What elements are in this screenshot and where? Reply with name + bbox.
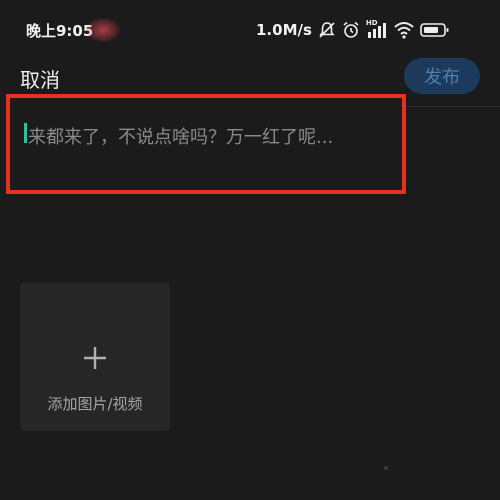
notification-blur xyxy=(86,18,120,42)
cancel-button[interactable]: 取消 xyxy=(20,64,60,93)
publish-button[interactable]: 发布 xyxy=(404,58,480,94)
status-time: 晚上9:05 xyxy=(26,22,94,40)
header-divider xyxy=(404,106,500,107)
status-bar: 晚上9:05 1.0M/s HD xyxy=(0,0,500,56)
hd-signal-icon: HD xyxy=(366,19,388,39)
add-media-label: 添加图片/视频 xyxy=(47,395,143,413)
plus-icon xyxy=(83,346,107,374)
text-cursor xyxy=(24,123,27,143)
wifi-icon xyxy=(394,21,414,39)
post-text-input[interactable]: 来都来了，不说点啥吗？万一红了呢... xyxy=(6,94,406,194)
alarm-icon xyxy=(342,21,360,39)
status-icons: 1.0M/s HD xyxy=(256,18,450,42)
network-speed: 1.0M/s xyxy=(256,21,312,39)
decorative-dot xyxy=(384,466,388,470)
post-text-placeholder: 来都来了，不说点啥吗？万一红了呢... xyxy=(28,127,334,148)
battery-icon xyxy=(420,22,450,38)
mute-bell-icon xyxy=(318,21,336,39)
add-media-button[interactable]: 添加图片/视频 xyxy=(20,283,170,431)
